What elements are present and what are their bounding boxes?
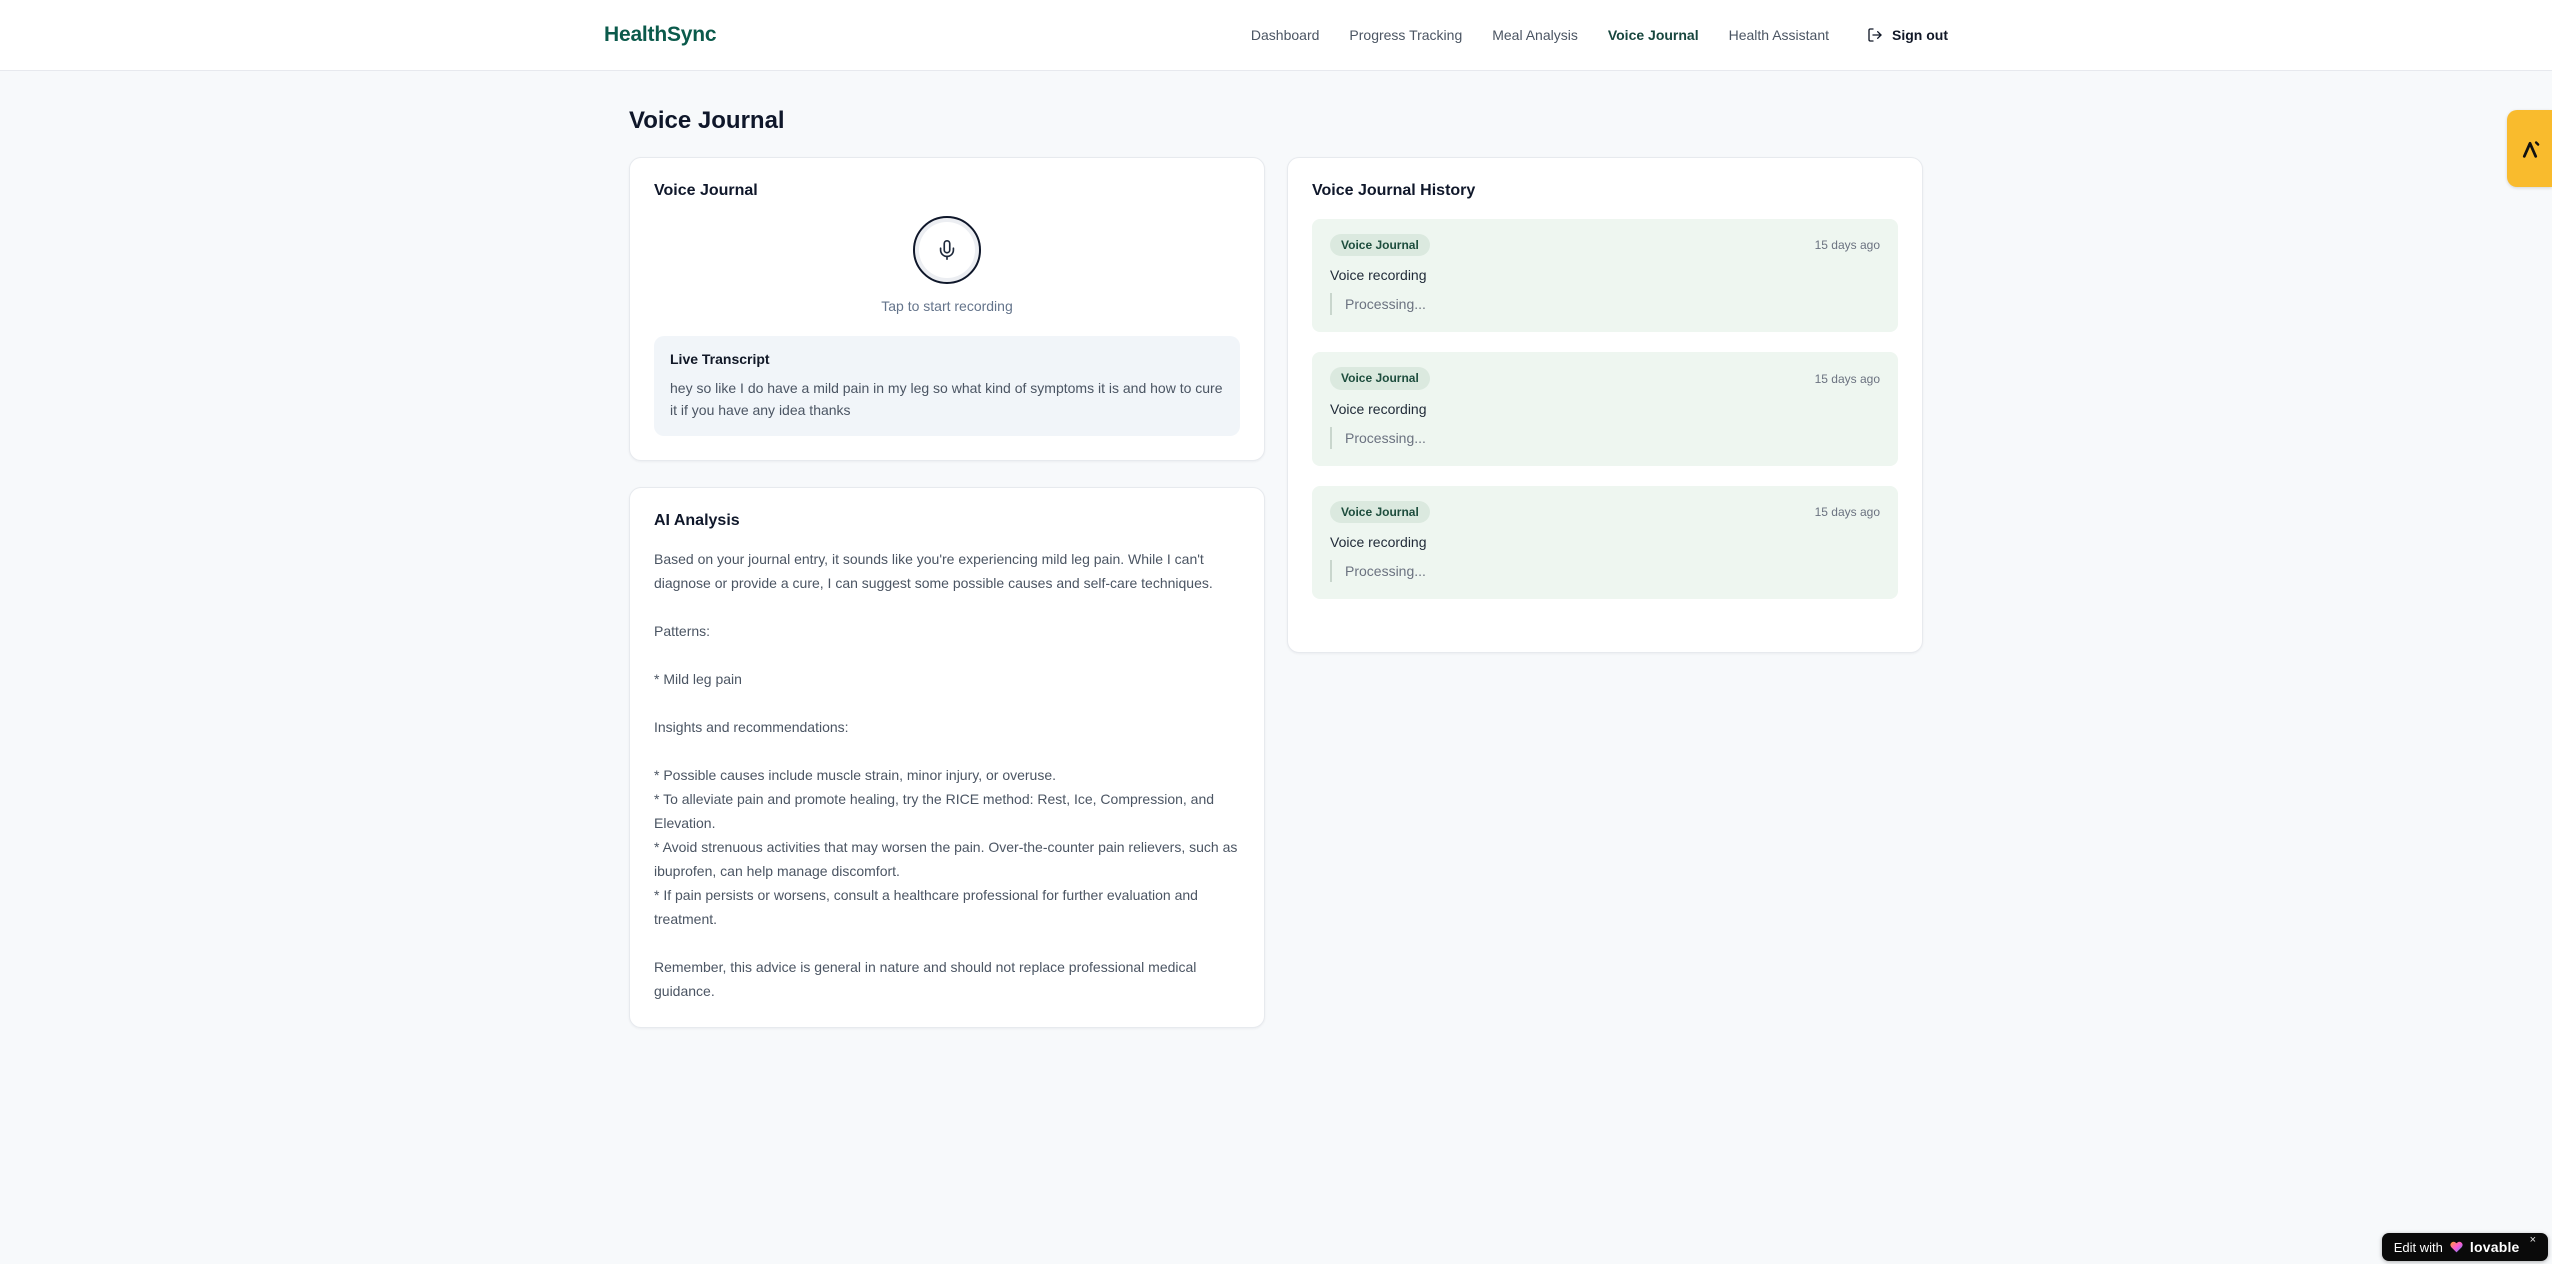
app-logo[interactable]: HealthSync bbox=[604, 23, 717, 47]
ai-analysis-card: AI Analysis Based on your journal entry,… bbox=[629, 487, 1265, 1028]
lovable-brand-label: lovable bbox=[2469, 1239, 2520, 1255]
entry-label: Voice recording bbox=[1330, 400, 1427, 417]
entry-timestamp: 15 days ago bbox=[1814, 238, 1880, 253]
ai-analysis-title: AI Analysis bbox=[654, 512, 740, 529]
main-content: Voice Journal Voice Journal Tap to start… bbox=[629, 71, 1923, 1028]
voice-recorder-card: Voice Journal Tap to start recording Liv… bbox=[629, 157, 1265, 461]
tap-to-record-hint: Tap to start recording bbox=[881, 298, 1013, 314]
entry-label: Voice recording bbox=[1330, 534, 1427, 551]
nav-item-meal-analysis[interactable]: Meal Analysis bbox=[1492, 27, 1578, 43]
live-transcript-title: Live Transcript bbox=[670, 351, 770, 367]
history-list: Voice Journal 15 days ago Voice recordin… bbox=[1312, 219, 1898, 600]
history-entry[interactable]: Voice Journal 15 days ago Voice recordin… bbox=[1312, 352, 1898, 466]
microphone-icon bbox=[939, 240, 955, 260]
entry-status: Processing... bbox=[1330, 426, 1880, 449]
entry-type-badge: Voice Journal bbox=[1330, 234, 1430, 257]
sign-out-label: Sign out bbox=[1892, 27, 1948, 43]
entry-timestamp: 15 days ago bbox=[1814, 371, 1880, 386]
main-nav: Dashboard Progress Tracking Meal Analysi… bbox=[1221, 27, 1948, 43]
history-card-title: Voice Journal History bbox=[1312, 182, 1476, 199]
logout-icon bbox=[1868, 28, 1882, 42]
nav-item-progress-tracking[interactable]: Progress Tracking bbox=[1349, 27, 1462, 43]
nav-item-dashboard[interactable]: Dashboard bbox=[1251, 27, 1320, 43]
voice-journal-history-card: Voice Journal History Voice Journal 15 d… bbox=[1287, 157, 1923, 653]
nav-item-voice-journal[interactable]: Voice Journal bbox=[1608, 27, 1699, 43]
history-entry[interactable]: Voice Journal 15 days ago Voice recordin… bbox=[1312, 219, 1898, 333]
caret-logo-icon bbox=[2522, 140, 2539, 158]
live-transcript-box: Live Transcript hey so like I do have a … bbox=[654, 336, 1240, 436]
ai-analysis-text: Based on your journal entry, it sounds l… bbox=[654, 551, 1238, 999]
top-navbar: HealthSync Dashboard Progress Tracking M… bbox=[0, 0, 2552, 71]
history-entry[interactable]: Voice Journal 15 days ago Voice recordin… bbox=[1312, 485, 1898, 600]
record-button[interactable] bbox=[913, 216, 981, 284]
live-transcript-text: hey so like I do have a mild pain in my … bbox=[670, 380, 1223, 418]
badge-close-icon[interactable]: × bbox=[2530, 1234, 2536, 1246]
browser-extension-tab[interactable] bbox=[2507, 110, 2552, 187]
entry-type-badge: Voice Journal bbox=[1330, 367, 1430, 390]
sign-out-button[interactable]: Sign out bbox=[1867, 27, 1948, 43]
entry-status: Processing... bbox=[1330, 293, 1880, 316]
entry-timestamp: 15 days ago bbox=[1814, 504, 1880, 519]
entry-type-badge: Voice Journal bbox=[1330, 500, 1430, 524]
edit-with-lovable-badge[interactable]: Edit with lovable × bbox=[2381, 1233, 2548, 1261]
entry-status: Processing... bbox=[1330, 560, 1880, 583]
edit-with-label: Edit with bbox=[2393, 1239, 2443, 1255]
page-title: Voice Journal bbox=[629, 107, 785, 134]
entry-label: Voice recording bbox=[1330, 267, 1427, 284]
recorder-card-title: Voice Journal bbox=[654, 182, 758, 199]
heart-icon bbox=[2450, 1241, 2463, 1253]
nav-item-health-assistant[interactable]: Health Assistant bbox=[1729, 27, 1829, 43]
